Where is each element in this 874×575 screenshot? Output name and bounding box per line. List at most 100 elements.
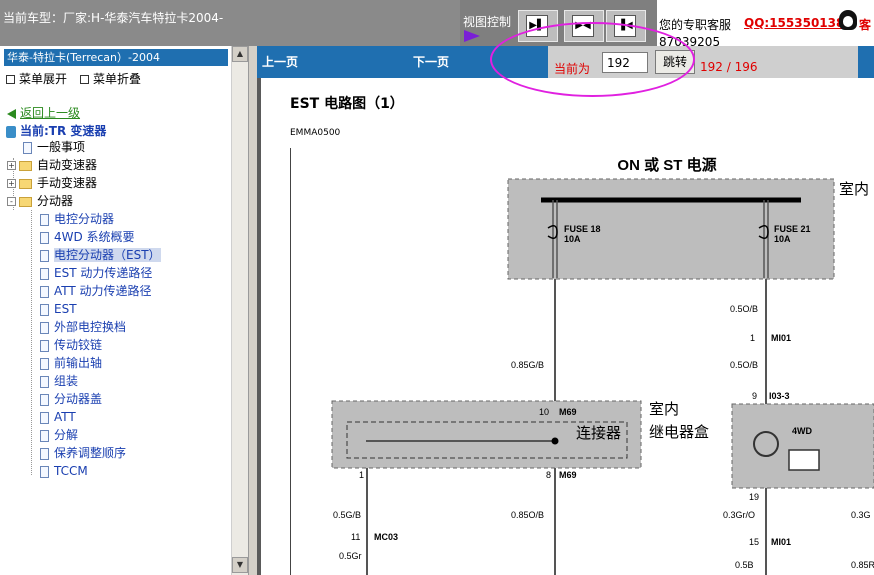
pin-9: 9 <box>752 391 757 401</box>
sidebar-tree-item[interactable]: + 自动变速器 <box>7 157 97 174</box>
pin-15: 15 <box>749 537 759 547</box>
sidebar-title: 华泰-特拉卡(Terrecan）-2004 <box>4 49 228 66</box>
document-icon <box>40 231 49 244</box>
menu-expand-label: 菜单展开 <box>19 72 68 86</box>
current-location-label: 当前:TR 变速器 <box>20 124 107 138</box>
fourwd-indicator-icon <box>788 449 820 471</box>
back-link[interactable]: 返回上一级 <box>7 104 80 121</box>
power-title: ON 或 ST 电源 <box>617 156 716 174</box>
sidebar-tree-item-label: 传动铰链 <box>54 338 103 352</box>
sidebar-tree-item[interactable]: TCCM <box>40 463 88 480</box>
document-icon <box>40 429 49 442</box>
back-arrow-icon <box>7 108 16 119</box>
sidebar-tree-item-label: 分动器 <box>37 194 74 208</box>
document-icon <box>40 213 49 226</box>
scroll-down-arrow-icon[interactable]: ▼ <box>232 557 248 573</box>
sidebar-tree-item[interactable]: 分解 <box>40 427 78 444</box>
page-total: 192 / 196 <box>700 60 758 74</box>
mi01-pin: 1 <box>750 333 755 343</box>
folder-icon <box>19 178 32 189</box>
sidebar-tree-item[interactable]: 电控分动器（EST） <box>40 247 161 264</box>
indoor-label: 室内 <box>839 181 869 198</box>
wire-050b-label-b: 0.5O/B <box>730 360 758 370</box>
i03-3-label: I03-3 <box>769 391 790 401</box>
sidebar-tree-item[interactable]: ATT 动力传递路径 <box>40 283 152 300</box>
expand-icon[interactable]: + <box>7 179 16 188</box>
wire-03gro-label: 0.3Gr/O <box>723 510 755 520</box>
fuse-left-label: FUSE 18 <box>564 224 601 234</box>
next-page-button[interactable]: 下一页 <box>413 53 449 70</box>
sidebar-tree-item[interactable]: - 分动器 <box>7 193 73 210</box>
highlight-oval <box>490 22 695 97</box>
prev-page-button[interactable]: 上一页 <box>262 53 298 70</box>
fourwd-label: 4WD <box>792 426 813 436</box>
sidebar-tree-item-label: ATT <box>54 410 76 424</box>
m69-label-b: M69 <box>559 470 577 480</box>
sidebar-tree-item[interactable]: 组装 <box>40 373 78 390</box>
sidebar-tree-item[interactable]: 外部电控换档 <box>40 319 126 336</box>
sidebar-tree-item[interactable]: 保养调整顺序 <box>40 445 126 462</box>
sidebar-tree-item-label: TCCM <box>54 464 88 478</box>
document-icon <box>23 141 32 154</box>
relay-room-label-2: 继电器盒 <box>649 424 709 441</box>
document-icon <box>40 447 49 460</box>
mi01-label-a: MI01 <box>771 333 791 343</box>
document-icon <box>40 411 49 424</box>
document-icon <box>40 375 49 388</box>
sidebar-tree-item[interactable]: 前输出轴 <box>40 355 102 372</box>
pointer-arrow-icon <box>464 30 480 42</box>
fuse-left-amp: 10A <box>564 234 581 244</box>
document-icon <box>40 249 49 262</box>
menu-collapse-button[interactable]: 菜单折叠 <box>80 70 141 87</box>
menu-collapse-icon <box>80 75 89 84</box>
book-icon <box>6 125 16 138</box>
document-code: EMMA0500 <box>290 128 341 138</box>
sidebar-tree-item[interactable]: EST 动力传递路径 <box>40 265 152 282</box>
menu-expand-icon <box>6 75 15 84</box>
back-label: 返回上一级 <box>20 106 81 120</box>
sidebar-tree-item[interactable]: 4WD 系统概要 <box>40 229 135 246</box>
sidebar-tree-item-label: 外部电控换档 <box>54 320 127 334</box>
document-icon <box>40 357 49 370</box>
sidebar-tree-item[interactable]: + 手动变速器 <box>7 175 97 192</box>
sidebar-tree-item[interactable]: 电控分动器 <box>40 211 114 228</box>
sidebar-tree-item-label: 分解 <box>54 428 79 442</box>
sidebar-tree-item-label: 前输出轴 <box>54 356 103 370</box>
document-icon <box>40 321 49 334</box>
mi01-label-b: MI01 <box>771 537 791 547</box>
wire-05gr-label: 0.5Gr <box>339 551 362 561</box>
collapse-icon[interactable]: - <box>7 197 16 206</box>
sidebar-tree-item-label: 4WD 系统概要 <box>54 230 135 244</box>
document-icon <box>40 339 49 352</box>
wire-085ob-label: 0.85O/B <box>511 510 544 520</box>
wire-05b-label: 0.5B <box>735 560 754 570</box>
connector-label: 连接器 <box>576 425 621 442</box>
sidebar-tree-item-label: 分动器盖 <box>54 392 103 406</box>
sidebar-tree-item[interactable]: EST <box>40 301 77 318</box>
view-control-label: 视图控制 <box>463 15 512 29</box>
pin-1: 1 <box>359 470 364 480</box>
pin-19: 19 <box>749 492 759 502</box>
sidebar-tree-item[interactable]: 一般事项 <box>23 139 85 156</box>
sidebar-tree-item[interactable]: ATT <box>40 409 76 426</box>
menu-expand-button[interactable]: 菜单展开 <box>6 70 67 87</box>
m69-label-a: M69 <box>559 407 577 417</box>
sidebar-tree-item-label: 电控分动器 <box>54 212 115 226</box>
qq-link[interactable]: QQ:1553501388 <box>744 16 853 30</box>
sidebar-tree-item-label: EST 动力传递路径 <box>54 266 153 280</box>
service-suffix[interactable]: 客 <box>859 16 871 33</box>
sidebar-tree-item-label: 电控分动器（EST） <box>54 248 161 262</box>
scroll-up-arrow-icon[interactable]: ▲ <box>232 46 248 62</box>
pin-10: 10 <box>539 407 549 417</box>
folder-icon <box>19 160 32 171</box>
expand-icon[interactable]: + <box>7 161 16 170</box>
circuit-diagram: ON 或 ST 电源 室内 FUSE 18 10A FUSE 21 10A 0.… <box>331 156 874 575</box>
pin-8: 8 <box>546 470 551 480</box>
wire-085gb-label: 0.85G/B <box>511 360 544 370</box>
sidebar-scrollbar[interactable]: ▲ ▼ <box>231 46 248 575</box>
menu-collapse-label: 菜单折叠 <box>93 72 142 86</box>
sidebar-tree-item[interactable]: 传动铰链 <box>40 337 102 354</box>
document-icon <box>40 285 49 298</box>
sidebar-tree-item-label: 手动变速器 <box>37 176 98 190</box>
sidebar-tree-item[interactable]: 分动器盖 <box>40 391 102 408</box>
